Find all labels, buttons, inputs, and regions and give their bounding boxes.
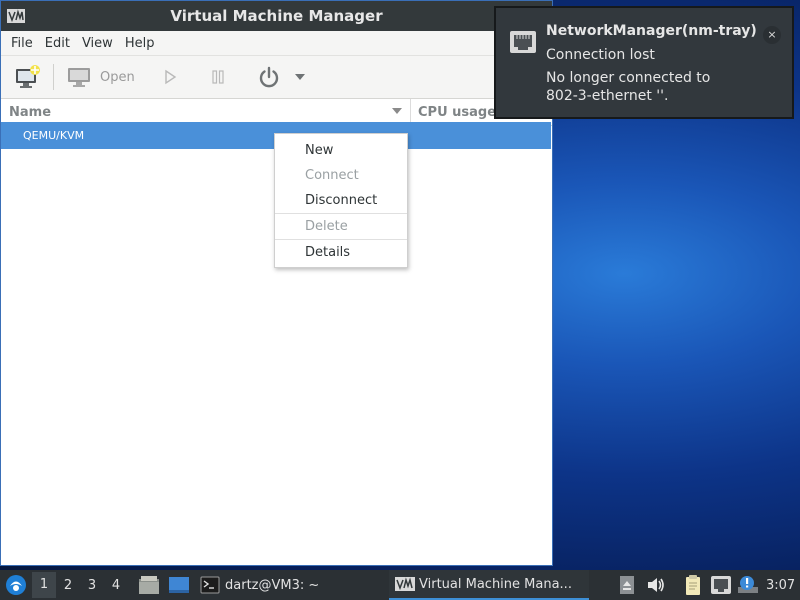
file-manager-icon — [139, 576, 159, 594]
column-cpu-label: CPU usage — [418, 104, 497, 120]
workspace-4[interactable]: 4 — [104, 578, 128, 593]
chevron-down-icon — [294, 74, 305, 80]
pause-button[interactable] — [203, 61, 233, 93]
menu-edit[interactable]: Edit — [39, 36, 76, 51]
menu-item-details[interactable]: Details — [275, 240, 407, 265]
connection-name: QEMU/KVM — [23, 129, 85, 142]
update-notifier-icon — [738, 576, 758, 593]
window-titlebar[interactable]: Virtual Machine Manager — [1, 1, 552, 31]
window-title: Virtual Machine Manager — [170, 7, 383, 25]
power-icon — [259, 66, 278, 88]
open-button-label: Open — [100, 69, 135, 85]
run-button[interactable] — [155, 61, 185, 93]
notification-summary: Connection lost — [546, 47, 655, 63]
menu-view[interactable]: View — [76, 36, 119, 51]
workspace-2[interactable]: 2 — [56, 578, 80, 593]
workspace-1[interactable]: 1 — [32, 572, 56, 598]
tray-eject[interactable] — [619, 570, 635, 600]
notification-body-line-2: 802-3-ethernet ''. — [546, 88, 669, 104]
start-menu-button[interactable] — [0, 574, 32, 596]
vmm-window: Virtual Machine Manager File Edit View H… — [0, 0, 553, 566]
lubuntu-logo-icon — [6, 575, 26, 595]
clock-time: 3:07 — [766, 577, 796, 593]
show-desktop-icon — [169, 577, 189, 593]
shutdown-button[interactable] — [251, 61, 287, 93]
pause-icon — [212, 70, 224, 84]
clipboard-icon — [686, 575, 700, 595]
open-button[interactable]: Open — [60, 61, 141, 93]
eject-icon — [620, 576, 634, 594]
task-vmm-label: Virtual Machine Mana... — [419, 576, 572, 592]
ethernet-icon — [510, 31, 536, 53]
task-terminal-label: dartz@VM3: ~ — [225, 577, 320, 593]
new-vm-button[interactable] — [9, 61, 47, 93]
tray-volume[interactable] — [646, 570, 666, 600]
clock[interactable]: 3:07 — [766, 570, 795, 600]
desktop-launcher[interactable] — [168, 575, 190, 595]
vmm-app-icon — [7, 9, 25, 23]
tray-updates[interactable] — [737, 570, 759, 600]
tray-clipboard[interactable] — [684, 570, 702, 600]
menu-bar: File Edit View Help — [1, 31, 552, 56]
new-vm-icon — [16, 65, 40, 88]
play-icon — [165, 69, 176, 85]
toolbar-separator — [53, 64, 54, 90]
tray-network[interactable] — [710, 570, 732, 600]
menu-item-connect[interactable]: Connect — [275, 163, 407, 188]
task-virtual-machine-manager[interactable]: Virtual Machine Mana... — [389, 570, 589, 600]
menu-item-new[interactable]: New — [275, 138, 407, 163]
network-notification[interactable]: NetworkManager(nm-tray) Connection lost … — [494, 6, 794, 119]
column-cpu-header[interactable]: CPU usage — [411, 105, 496, 120]
notification-title: NetworkManager(nm-tray) — [546, 23, 757, 39]
workspace-3[interactable]: 3 — [80, 578, 104, 593]
menu-item-disconnect[interactable]: Disconnect — [275, 188, 407, 213]
notification-close-button[interactable]: × — [763, 26, 781, 44]
vmm-task-icon — [395, 577, 415, 591]
volume-icon — [648, 578, 664, 592]
sort-arrow-icon — [392, 108, 402, 114]
toolbar: Open — [1, 56, 552, 99]
terminal-icon — [200, 576, 220, 594]
menu-help[interactable]: Help — [119, 36, 161, 51]
file-manager-launcher[interactable] — [138, 575, 160, 595]
network-icon — [711, 576, 731, 594]
menu-item-delete[interactable]: Delete — [275, 214, 407, 239]
notification-body-line-1: No longer connected to — [546, 70, 711, 86]
menu-file[interactable]: File — [5, 36, 39, 51]
shutdown-menu-button[interactable] — [287, 61, 313, 93]
taskbar: 1 2 3 4 dartz@VM3: ~ Virtual Machine Man… — [0, 570, 800, 600]
monitor-icon — [68, 68, 90, 87]
context-menu: New Connect Disconnect Delete Details — [274, 133, 408, 268]
column-name-label: Name — [9, 104, 52, 120]
task-terminal[interactable]: dartz@VM3: ~ — [200, 576, 319, 594]
